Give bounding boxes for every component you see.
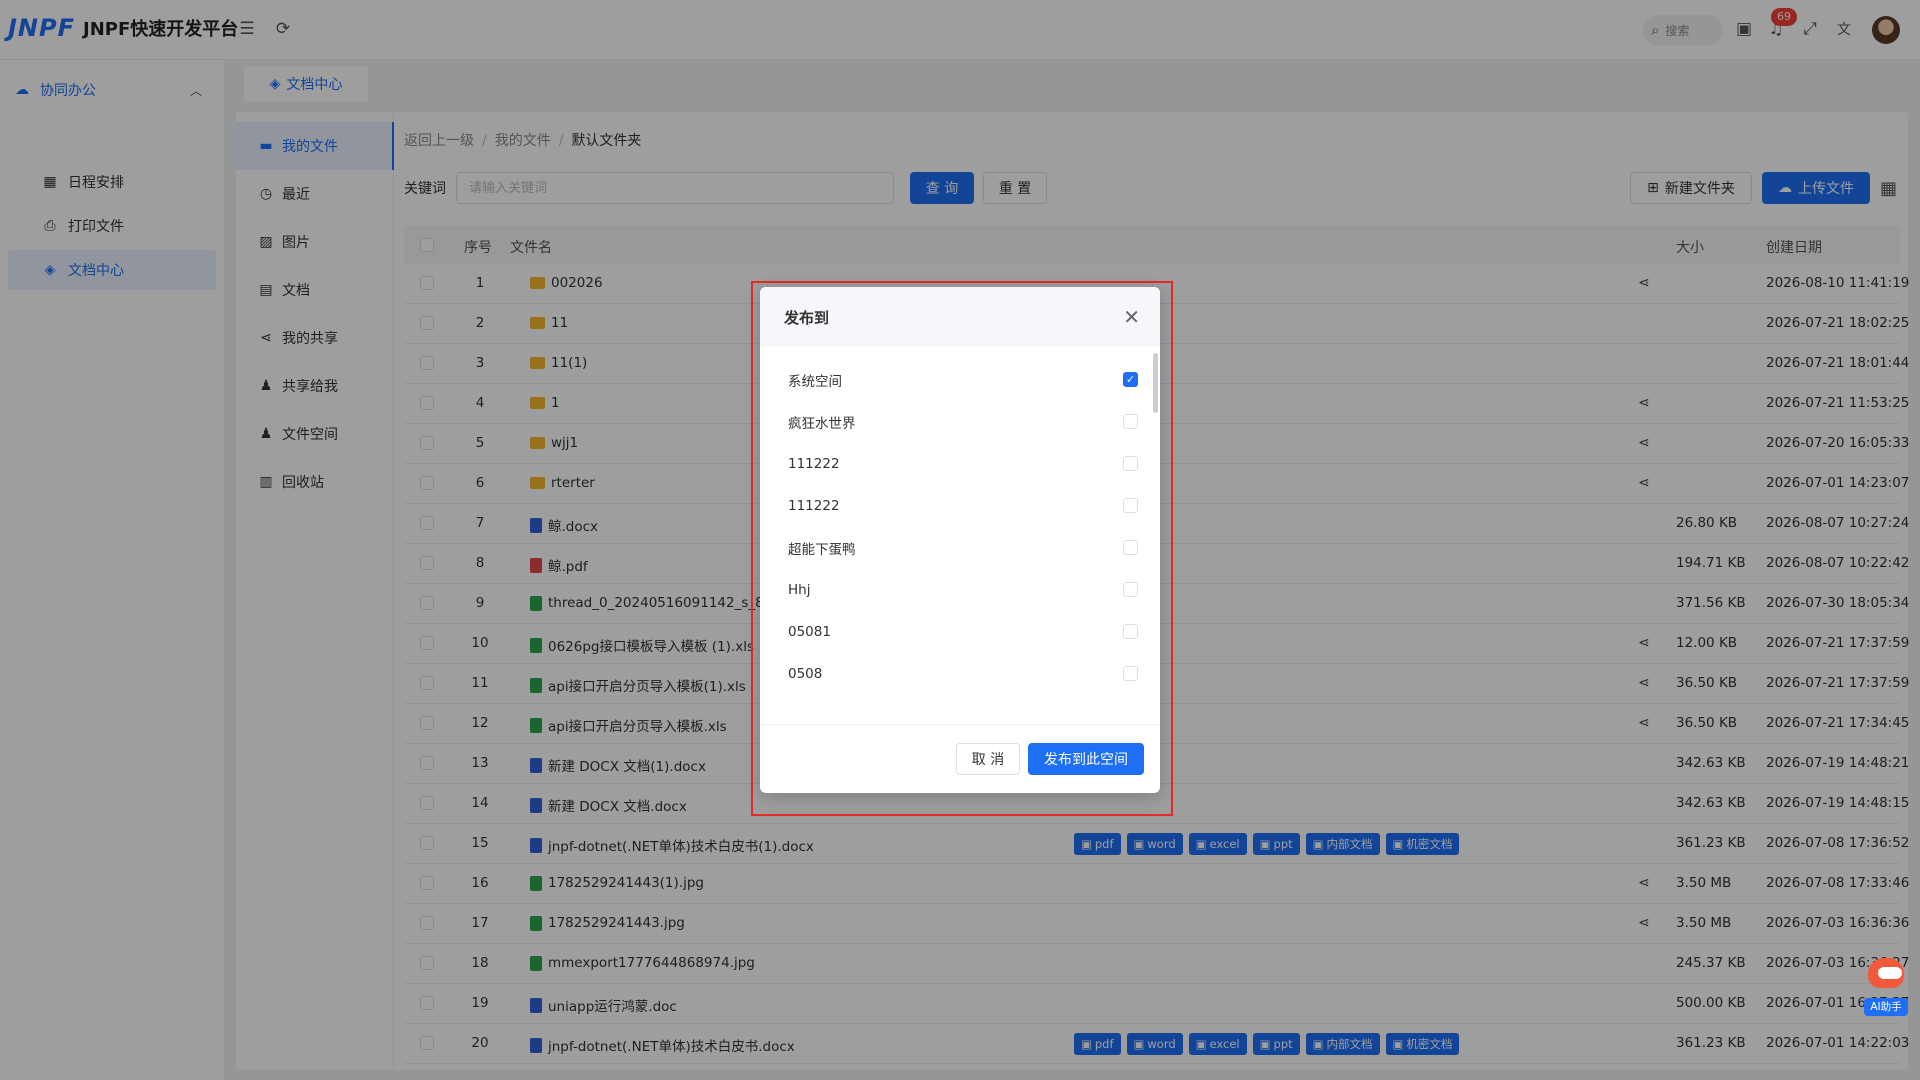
space-option-checkbox[interactable]	[1123, 666, 1138, 681]
ai-assistant-label: AI助手	[1864, 998, 1908, 1016]
space-option-label: 系统空间	[788, 374, 842, 390]
dialog-options[interactable]: 系统空间 ✓ 疯狂水世界 111222 111222 超能下蛋鸭 Hhj 05081 0508	[760, 347, 1160, 725]
space-option-checkbox[interactable]	[1123, 498, 1138, 513]
space-option-label: Hhj	[788, 582, 811, 598]
space-option-checkbox[interactable]	[1123, 414, 1138, 429]
close-icon[interactable]: ✕	[1123, 305, 1140, 329]
space-option-checkbox[interactable]	[1123, 582, 1138, 597]
space-option[interactable]: 0508	[788, 653, 1138, 695]
space-option-label: 0508	[788, 666, 823, 682]
space-option-checkbox[interactable]	[1123, 456, 1138, 471]
space-option-checkbox[interactable]: ✓	[1123, 372, 1138, 387]
space-option-label: 05081	[788, 624, 831, 640]
dialog-title: 发布到	[784, 308, 830, 327]
robot-icon	[1868, 958, 1904, 988]
space-option-checkbox[interactable]	[1123, 540, 1138, 555]
space-option[interactable]: 05081	[788, 611, 1138, 653]
space-option-label: 111222	[788, 456, 840, 472]
dialog-footer: 取 消 发布到此空间	[760, 725, 1160, 793]
space-option[interactable]: Hhj	[788, 569, 1138, 611]
dialog-scrollbar[interactable]	[1153, 353, 1158, 413]
dialog-header: 发布到 ✕	[760, 287, 1160, 347]
publish-confirm-button[interactable]: 发布到此空间	[1028, 743, 1144, 775]
space-option-label: 超能下蛋鸭	[788, 542, 856, 558]
publish-dialog: 发布到 ✕ 系统空间 ✓ 疯狂水世界 111222 111222 超能下蛋鸭 Hhj 0508…	[760, 287, 1160, 793]
space-option[interactable]: 超能下蛋鸭	[788, 527, 1138, 569]
space-option-checkbox[interactable]	[1123, 624, 1138, 639]
space-option[interactable]: 系统空间 ✓	[788, 359, 1138, 401]
space-option[interactable]: 疯狂水世界	[788, 401, 1138, 443]
space-option-label: 111222	[788, 498, 840, 514]
ai-assistant[interactable]: AI助手	[1864, 958, 1908, 1018]
space-option[interactable]: 111222	[788, 443, 1138, 485]
space-option[interactable]: 111222	[788, 485, 1138, 527]
space-option-label: 疯狂水世界	[788, 416, 856, 432]
cancel-button[interactable]: 取 消	[956, 743, 1020, 775]
